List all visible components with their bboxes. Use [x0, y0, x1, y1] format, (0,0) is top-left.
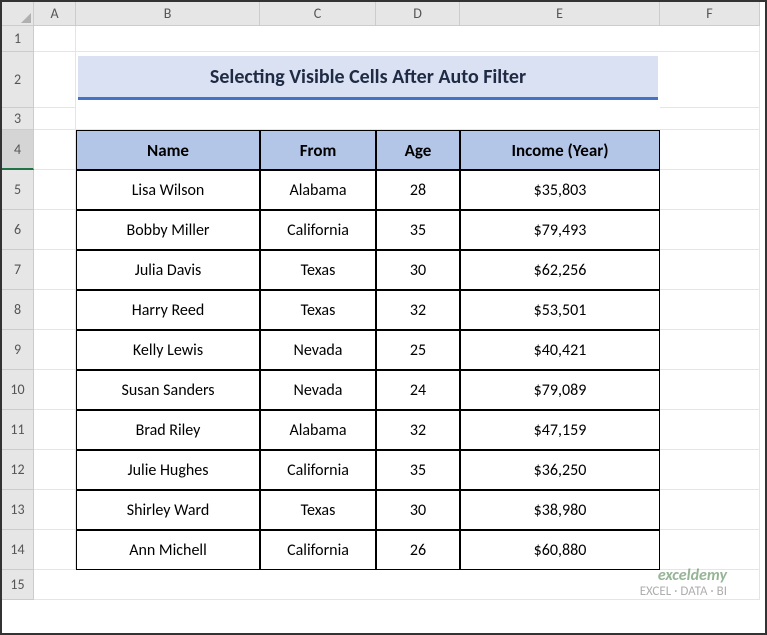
cell[interactable] [660, 130, 760, 170]
cell[interactable] [34, 530, 76, 570]
cell[interactable] [34, 52, 76, 108]
cell[interactable] [660, 250, 760, 290]
cell[interactable] [660, 450, 760, 490]
table-cell-income[interactable]: $53,501 [460, 290, 660, 330]
cell[interactable] [660, 490, 760, 530]
cell[interactable] [34, 330, 76, 370]
col-header-E[interactable]: E [460, 2, 660, 26]
cell[interactable] [34, 108, 76, 130]
table-cell-from[interactable]: Alabama [260, 170, 376, 210]
table-cell-name[interactable]: Harry Reed [76, 290, 260, 330]
table-cell-income[interactable]: $35,803 [460, 170, 660, 210]
table-cell-from[interactable]: Texas [260, 250, 376, 290]
col-header-B[interactable]: B [76, 2, 260, 26]
table-cell-income[interactable]: $38,980 [460, 490, 660, 530]
row-header-11[interactable]: 11 [2, 410, 34, 450]
table-cell-age[interactable]: 25 [376, 330, 460, 370]
row-header-12[interactable]: 12 [2, 450, 34, 490]
table-cell-income[interactable]: $40,421 [460, 330, 660, 370]
table-cell-age[interactable]: 32 [376, 290, 460, 330]
row-header-10[interactable]: 10 [2, 370, 34, 410]
cell[interactable] [34, 170, 76, 210]
table-cell-age[interactable]: 35 [376, 210, 460, 250]
col-header-C[interactable]: C [260, 2, 376, 26]
select-all-corner[interactable] [2, 2, 34, 26]
row-header-5[interactable]: 5 [2, 170, 34, 210]
table-cell-name[interactable]: Kelly Lewis [76, 330, 260, 370]
col-header-F[interactable]: F [660, 2, 760, 26]
cell[interactable] [76, 108, 760, 130]
table-cell-age[interactable]: 26 [376, 530, 460, 570]
table-cell-age[interactable]: 30 [376, 490, 460, 530]
cell[interactable] [34, 250, 76, 290]
table-cell-age[interactable]: 30 [376, 250, 460, 290]
table-cell-name[interactable]: Shirley Ward [76, 490, 260, 530]
table-cell-income[interactable]: $79,493 [460, 210, 660, 250]
table-cell-name[interactable]: Ann Michell [76, 530, 260, 570]
row-header-9[interactable]: 9 [2, 330, 34, 370]
cell[interactable] [660, 52, 760, 108]
table-cell-from[interactable]: Nevada [260, 330, 376, 370]
row-header-7[interactable]: 7 [2, 250, 34, 290]
row-header-15[interactable]: 15 [2, 570, 34, 600]
cell[interactable] [34, 290, 76, 330]
col-header-D[interactable]: D [376, 2, 460, 26]
cell[interactable] [34, 370, 76, 410]
table-cell-from[interactable]: Nevada [260, 370, 376, 410]
cell[interactable] [76, 26, 760, 52]
cell[interactable] [660, 370, 760, 410]
table-cell-name[interactable]: Susan Sanders [76, 370, 260, 410]
page-title: Selecting Visible Cells After Auto Filte… [78, 56, 658, 100]
table-header-name[interactable]: Name [76, 130, 260, 170]
table-cell-age[interactable]: 28 [376, 170, 460, 210]
row-header-8[interactable]: 8 [2, 290, 34, 330]
table-cell-income[interactable]: $79,089 [460, 370, 660, 410]
row-header-2[interactable]: 2 [2, 52, 34, 108]
cell[interactable] [34, 570, 760, 600]
cell[interactable] [34, 450, 76, 490]
table-cell-from[interactable]: California [260, 530, 376, 570]
table-cell-age[interactable]: 24 [376, 370, 460, 410]
row-header-3[interactable]: 3 [2, 108, 34, 130]
row-header-6[interactable]: 6 [2, 210, 34, 250]
table-cell-name[interactable]: Bobby Miller [76, 210, 260, 250]
table-header-income[interactable]: Income (Year) [460, 130, 660, 170]
table-cell-from[interactable]: California [260, 450, 376, 490]
table-cell-from[interactable]: Texas [260, 290, 376, 330]
row-header-1[interactable]: 1 [2, 26, 34, 52]
row-header-14[interactable]: 14 [2, 530, 34, 570]
table-cell-income[interactable]: $62,256 [460, 250, 660, 290]
cell[interactable] [660, 170, 760, 210]
cell[interactable] [660, 330, 760, 370]
cell[interactable] [660, 410, 760, 450]
table-cell-income[interactable]: $47,159 [460, 410, 660, 450]
cell[interactable] [34, 410, 76, 450]
cell[interactable] [34, 210, 76, 250]
table-cell-from[interactable]: Alabama [260, 410, 376, 450]
table-cell-name[interactable]: Julia Davis [76, 250, 260, 290]
spreadsheet-grid: A B C D E F 1 2 3 4 5 6 7 8 9 10 11 12 1… [2, 2, 765, 633]
col-header-A[interactable]: A [34, 2, 76, 26]
cell[interactable] [660, 530, 760, 570]
table-cell-name[interactable]: Julie Hughes [76, 450, 260, 490]
table-header-from[interactable]: From [260, 130, 376, 170]
table-cell-age[interactable]: 32 [376, 410, 460, 450]
table-cell-name[interactable]: Brad Riley [76, 410, 260, 450]
cell[interactable] [34, 130, 76, 170]
table-cell-income[interactable]: $36,250 [460, 450, 660, 490]
table-cell-name[interactable]: Lisa Wilson [76, 170, 260, 210]
row-header-4[interactable]: 4 [2, 130, 34, 170]
table-cell-from[interactable]: Texas [260, 490, 376, 530]
cell[interactable] [34, 26, 76, 52]
table-cell-age[interactable]: 35 [376, 450, 460, 490]
table-cell-income[interactable]: $60,880 [460, 530, 660, 570]
cell[interactable] [660, 290, 760, 330]
row-header-13[interactable]: 13 [2, 490, 34, 530]
table-header-age[interactable]: Age [376, 130, 460, 170]
cell[interactable] [660, 210, 760, 250]
cell[interactable] [34, 490, 76, 530]
table-cell-from[interactable]: California [260, 210, 376, 250]
